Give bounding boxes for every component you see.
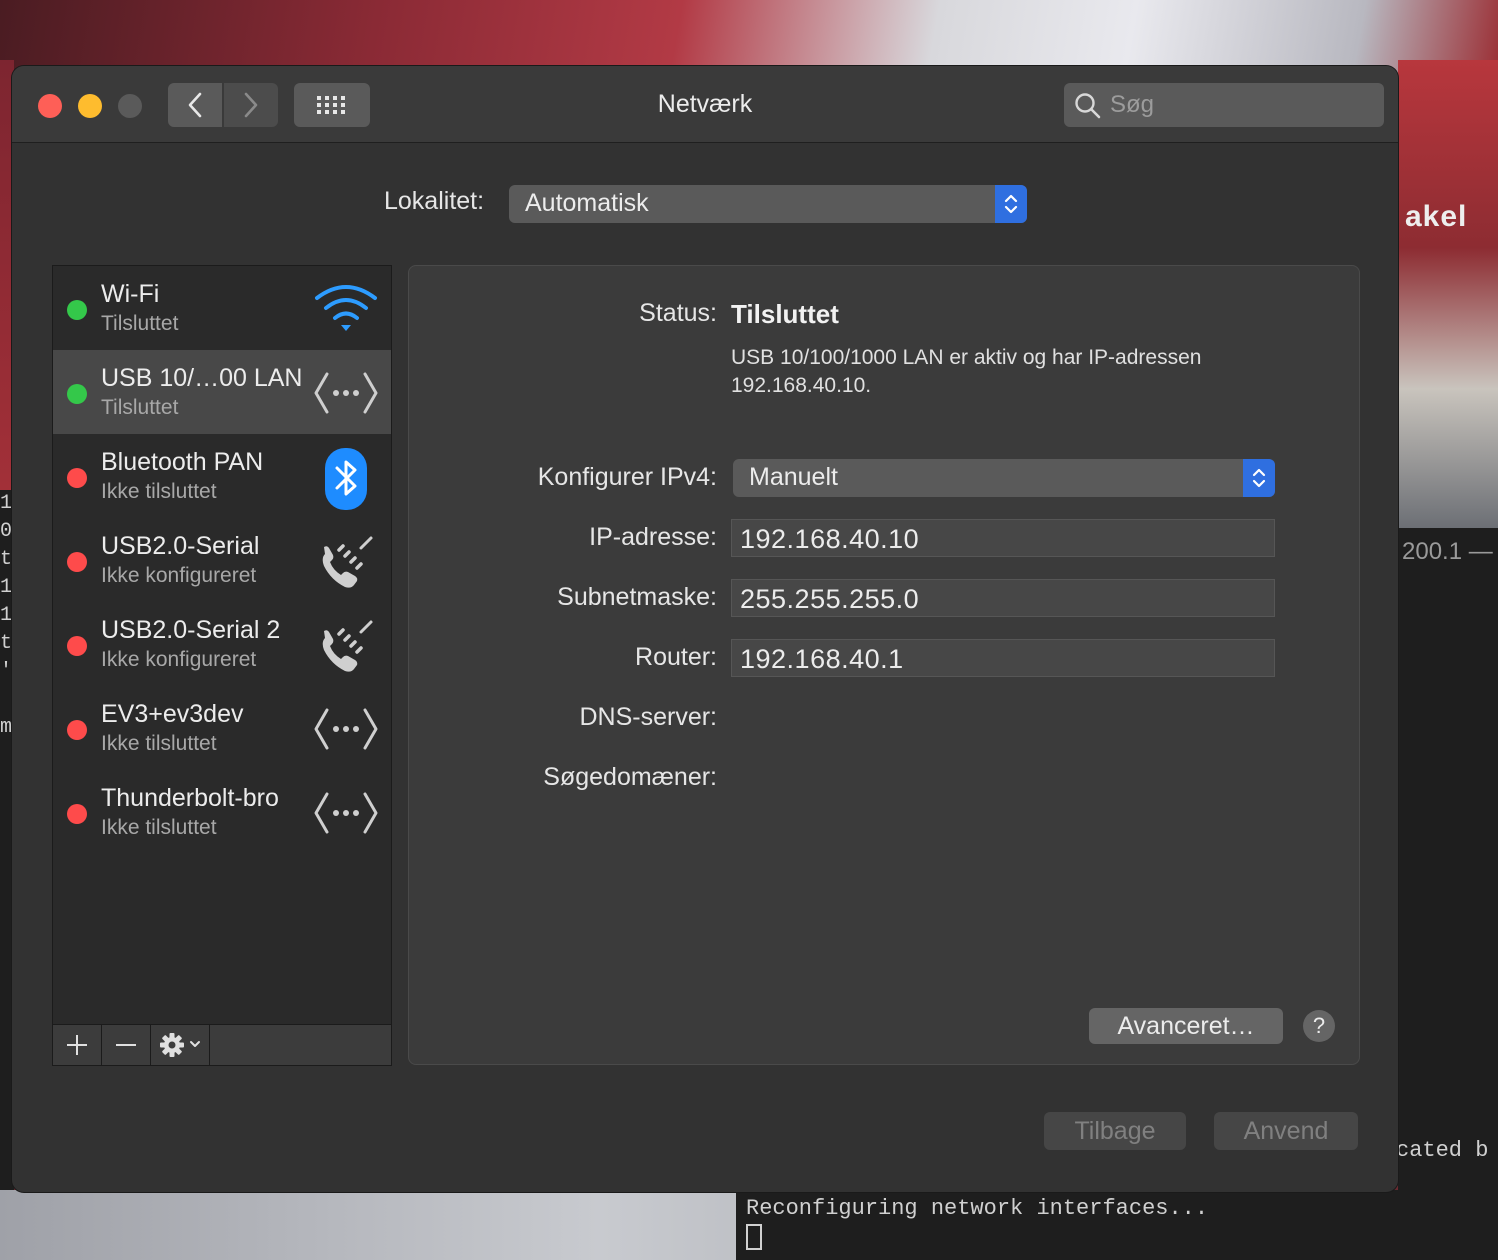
updown-chevron-icon: [995, 185, 1027, 223]
bluetooth-icon: [313, 448, 379, 510]
status-value: Tilsluttet: [731, 299, 839, 329]
plus-icon: [67, 1035, 87, 1055]
service-name: EV3+ev3dev: [101, 700, 244, 728]
terminal-window-bottom[interactable]: Reconfiguring network interfaces...: [736, 1190, 1498, 1260]
status-label: Status:: [639, 299, 717, 327]
ip-address-field[interactable]: 192.168.40.10: [731, 519, 1275, 557]
router-label: Router:: [635, 643, 717, 671]
status-dot: [67, 804, 87, 824]
service-name: Thunderbolt-bro: [101, 784, 279, 812]
service-item[interactable]: USB2.0-Serial Ikke konfigureret: [53, 518, 391, 602]
location-popup[interactable]: Automatisk: [509, 185, 1027, 223]
terminal-text-fragment: cated b: [1396, 1138, 1489, 1163]
terminal-ip-fragment: 200.1 —: [1402, 538, 1493, 565]
terminal-window-right: 200.1 — cated b: [1396, 528, 1498, 1190]
status-dot: [67, 300, 87, 320]
service-state: Ikke tilsluttet: [101, 732, 217, 755]
subnet-mask-field[interactable]: 255.255.255.0: [731, 579, 1275, 617]
router-value: 192.168.40.1: [740, 644, 904, 674]
service-item[interactable]: EV3+ev3dev Ikke tilsluttet: [53, 686, 391, 770]
service-name: USB2.0-Serial: [101, 532, 260, 560]
service-item[interactable]: Thunderbolt-bro Ikke tilsluttet: [53, 770, 391, 854]
service-state: Ikke tilsluttet: [101, 480, 217, 503]
service-name: Bluetooth PAN: [101, 448, 264, 476]
desktop-wallpaper-right: [1398, 60, 1498, 530]
service-list-toolbar: [52, 1024, 392, 1066]
service-state: Ikke tilsluttet: [101, 816, 217, 839]
status-dot: [67, 720, 87, 740]
network-preferences-window: Netværk Søg Lokalitet: Automatisk Wi-Fi T…: [12, 66, 1398, 1192]
ethernet-icon: [313, 700, 379, 758]
revert-button[interactable]: Tilbage: [1044, 1112, 1186, 1150]
updown-chevron-icon: [1243, 459, 1275, 497]
search-icon: [1075, 93, 1101, 119]
configure-ipv4-popup[interactable]: Manuelt: [733, 459, 1275, 497]
add-service-button[interactable]: [53, 1025, 102, 1065]
ip-address-value: 192.168.40.10: [740, 524, 920, 554]
dns-server-label: DNS-server:: [579, 703, 717, 731]
service-name: Wi-Fi: [101, 280, 160, 308]
action-menu-button[interactable]: [151, 1025, 210, 1065]
status-dot: [67, 384, 87, 404]
location-label: Lokalitet:: [384, 187, 485, 215]
service-name: USB 10/…00 LAN: [101, 364, 303, 392]
wallpaper-logo: akel: [1405, 200, 1468, 233]
status-dot: [67, 468, 87, 488]
ip-address-label: IP-adresse:: [589, 523, 717, 551]
service-item[interactable]: Bluetooth PAN Ikke tilsluttet: [53, 434, 391, 518]
title-bar: Netværk Søg: [12, 66, 1398, 143]
phone-modem-icon: [313, 532, 379, 590]
terminal-output-line: Reconfiguring network interfaces...: [746, 1196, 1209, 1221]
location-value: Automatisk: [525, 189, 649, 217]
minus-icon: [116, 1044, 136, 1046]
status-dot: [67, 552, 87, 572]
service-state: Ikke konfigureret: [101, 564, 257, 587]
remove-service-button[interactable]: [102, 1025, 151, 1065]
service-item[interactable]: Wi-Fi Tilsluttet: [53, 266, 391, 350]
configure-ipv4-value: Manuelt: [749, 463, 838, 491]
service-item[interactable]: USB2.0-Serial 2 Ikke konfigureret: [53, 602, 391, 686]
router-field[interactable]: 192.168.40.1: [731, 639, 1275, 677]
gear-icon: [160, 1033, 200, 1057]
configure-ipv4-label: Konfigurer IPv4:: [537, 463, 717, 491]
service-name: USB2.0-Serial 2: [101, 616, 281, 644]
help-button[interactable]: ?: [1303, 1010, 1335, 1042]
advanced-button[interactable]: Avanceret…: [1089, 1008, 1283, 1044]
service-item[interactable]: USB 10/…00 LAN Tilsluttet: [53, 350, 391, 434]
phone-modem-icon: [313, 616, 379, 674]
service-state: Tilsluttet: [101, 312, 179, 335]
terminal-cursor: [746, 1224, 762, 1250]
wifi-icon: [313, 280, 379, 338]
apply-button[interactable]: Anvend: [1214, 1112, 1358, 1150]
service-detail-panel: Status: Tilsluttet USB 10/100/1000 LAN e…: [408, 265, 1360, 1065]
ethernet-icon: [313, 784, 379, 842]
status-description: USB 10/100/1000 LAN er aktiv og har IP-a…: [731, 346, 1202, 397]
search-field[interactable]: Søg: [1064, 83, 1384, 127]
subnet-mask-label: Subnetmaske:: [557, 583, 717, 611]
search-domains-label: Søgedomæner:: [543, 763, 717, 791]
search-placeholder: Søg: [1110, 91, 1155, 118]
status-dot: [67, 636, 87, 656]
ethernet-icon: [313, 364, 379, 422]
service-state: Ikke konfigureret: [101, 648, 257, 671]
service-state: Tilsluttet: [101, 396, 179, 419]
service-list: Wi-Fi Tilsluttet USB 10/…00 LAN Tilsluttet B…: [52, 265, 392, 1065]
subnet-mask-value: 255.255.255.0: [740, 584, 920, 614]
